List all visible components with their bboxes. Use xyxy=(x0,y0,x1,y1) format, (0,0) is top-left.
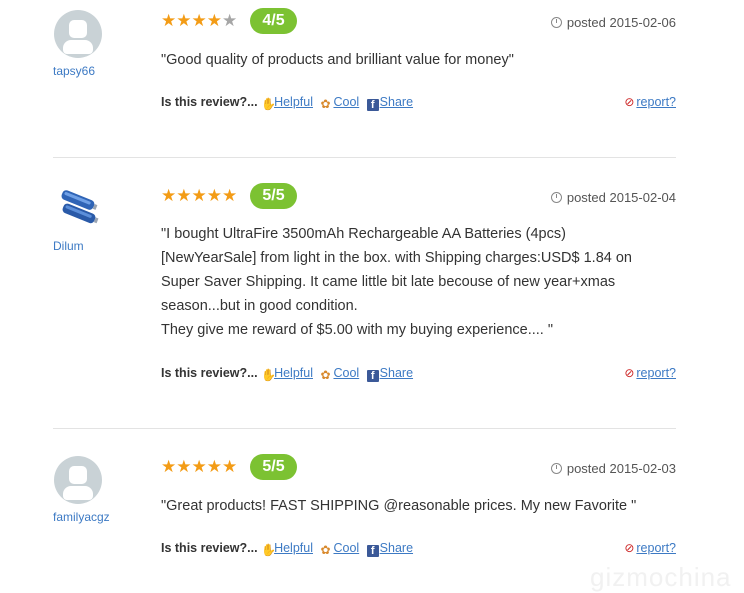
star-icon: ★ xyxy=(206,457,222,476)
report-icon: ⊘ xyxy=(624,95,635,109)
review-text: "I bought UltraFire 3500mAh Rechargeable… xyxy=(161,222,681,342)
star-rating: ★★★★★ xyxy=(161,186,237,206)
avatar-shoulders-shape xyxy=(63,40,93,54)
helpful-link[interactable]: Helpful xyxy=(274,366,313,380)
thumbs-up-icon: ✋ xyxy=(261,368,277,382)
share-link[interactable]: Share xyxy=(380,366,413,380)
review-question-label: Is this review?... xyxy=(161,366,258,380)
report-icon: ⊘ xyxy=(624,366,635,380)
user-avatar[interactable] xyxy=(52,188,106,228)
thumbs-up-icon: ✋ xyxy=(261,543,277,557)
review-text-line: They give me reward of $5.00 with my buy… xyxy=(161,322,554,338)
star-rating: ★★★★★ xyxy=(161,11,237,31)
star-icon: ★ xyxy=(191,11,207,30)
posted-date-text: posted 2015-02-04 xyxy=(566,190,676,205)
report-link[interactable]: report? xyxy=(636,95,676,109)
watermark: gizmochina xyxy=(590,562,732,592)
star-icon: ★ xyxy=(191,186,207,205)
avatar-head-shape xyxy=(69,466,87,484)
posted-date: posted 2015-02-04 xyxy=(550,190,676,206)
cool-icon: ✿ xyxy=(320,97,331,111)
review-text-line: season...but in good condition. xyxy=(161,298,358,314)
star-icon: ★ xyxy=(161,11,177,30)
battery-photo-icon xyxy=(61,190,99,224)
review-question-label: Is this review?... xyxy=(161,541,258,555)
star-rating: ★★★★★ xyxy=(161,457,237,477)
helpful-link[interactable]: Helpful xyxy=(274,95,313,109)
review-text: "Good quality of products and brilliant … xyxy=(161,48,681,72)
star-icon: ★ xyxy=(206,11,222,30)
review-actions: Is this review?... ✋Helpful ✿ Cool f Share xyxy=(161,540,417,557)
review-divider xyxy=(53,428,676,429)
cool-link[interactable]: Cool xyxy=(333,366,359,380)
star-icon: ★ xyxy=(176,186,192,205)
cool-icon: ✿ xyxy=(320,543,331,557)
avatar-shoulders-shape xyxy=(63,486,93,500)
thumbs-up-icon: ✋ xyxy=(261,97,277,111)
posted-date-text: posted 2015-02-03 xyxy=(566,461,676,476)
star-icon: ★ xyxy=(206,186,222,205)
username-link[interactable]: familyacgz xyxy=(53,510,110,524)
username-link[interactable]: tapsy66 xyxy=(53,64,95,78)
posted-date: posted 2015-02-03 xyxy=(550,461,676,477)
report: ⊘ report? xyxy=(624,365,676,381)
star-icon: ★ xyxy=(176,11,192,30)
clock-icon xyxy=(550,192,562,203)
review-text-line: [NewYearSale] from light in the box. wit… xyxy=(161,250,632,266)
review-question-label: Is this review?... xyxy=(161,95,258,109)
facebook-icon: f xyxy=(366,99,379,111)
score-badge: 5/5 xyxy=(250,183,297,209)
review-text-line: "I bought UltraFire 3500mAh Rechargeable… xyxy=(161,226,566,242)
star-icon: ★ xyxy=(176,457,192,476)
review-divider xyxy=(53,157,676,158)
posted-date: posted 2015-02-06 xyxy=(550,15,676,31)
report: ⊘ report? xyxy=(624,94,676,110)
star-icon: ★ xyxy=(161,186,177,205)
report-link[interactable]: report? xyxy=(636,366,676,380)
review-text-line: "Great products! FAST SHIPPING @reasonab… xyxy=(161,498,637,514)
user-avatar[interactable] xyxy=(54,10,102,58)
report-icon: ⊘ xyxy=(624,541,635,555)
star-icon: ★ xyxy=(161,457,177,476)
review-text-line: "Good quality of products and brilliant … xyxy=(161,52,514,68)
star-icon: ★ xyxy=(222,186,238,205)
share-link[interactable]: Share xyxy=(380,95,413,109)
star-empty-icon: ★ xyxy=(222,11,238,30)
share-link[interactable]: Share xyxy=(380,541,413,555)
review-actions: Is this review?... ✋Helpful ✿ Cool f Share xyxy=(161,365,417,382)
clock-icon xyxy=(550,463,562,474)
cool-link[interactable]: Cool xyxy=(333,541,359,555)
score-badge: 4/5 xyxy=(250,8,297,34)
review-actions: Is this review?... ✋Helpful ✿ Cool f Share xyxy=(161,94,417,111)
username-link[interactable]: Dilum xyxy=(53,239,84,253)
cool-icon: ✿ xyxy=(320,368,331,382)
review-text: "Great products! FAST SHIPPING @reasonab… xyxy=(161,494,681,518)
review-text-line: Super Saver Shipping. It came little bit… xyxy=(161,274,616,290)
user-avatar[interactable] xyxy=(54,456,102,504)
facebook-icon: f xyxy=(366,545,379,557)
score-badge: 5/5 xyxy=(250,454,297,480)
star-icon: ★ xyxy=(222,457,238,476)
helpful-link[interactable]: Helpful xyxy=(274,541,313,555)
star-icon: ★ xyxy=(191,457,207,476)
report-link[interactable]: report? xyxy=(636,541,676,555)
posted-date-text: posted 2015-02-06 xyxy=(566,15,676,30)
facebook-icon: f xyxy=(366,370,379,382)
avatar-head-shape xyxy=(69,20,87,38)
cool-link[interactable]: Cool xyxy=(333,95,359,109)
clock-icon xyxy=(550,17,562,28)
report: ⊘ report? xyxy=(624,540,676,556)
